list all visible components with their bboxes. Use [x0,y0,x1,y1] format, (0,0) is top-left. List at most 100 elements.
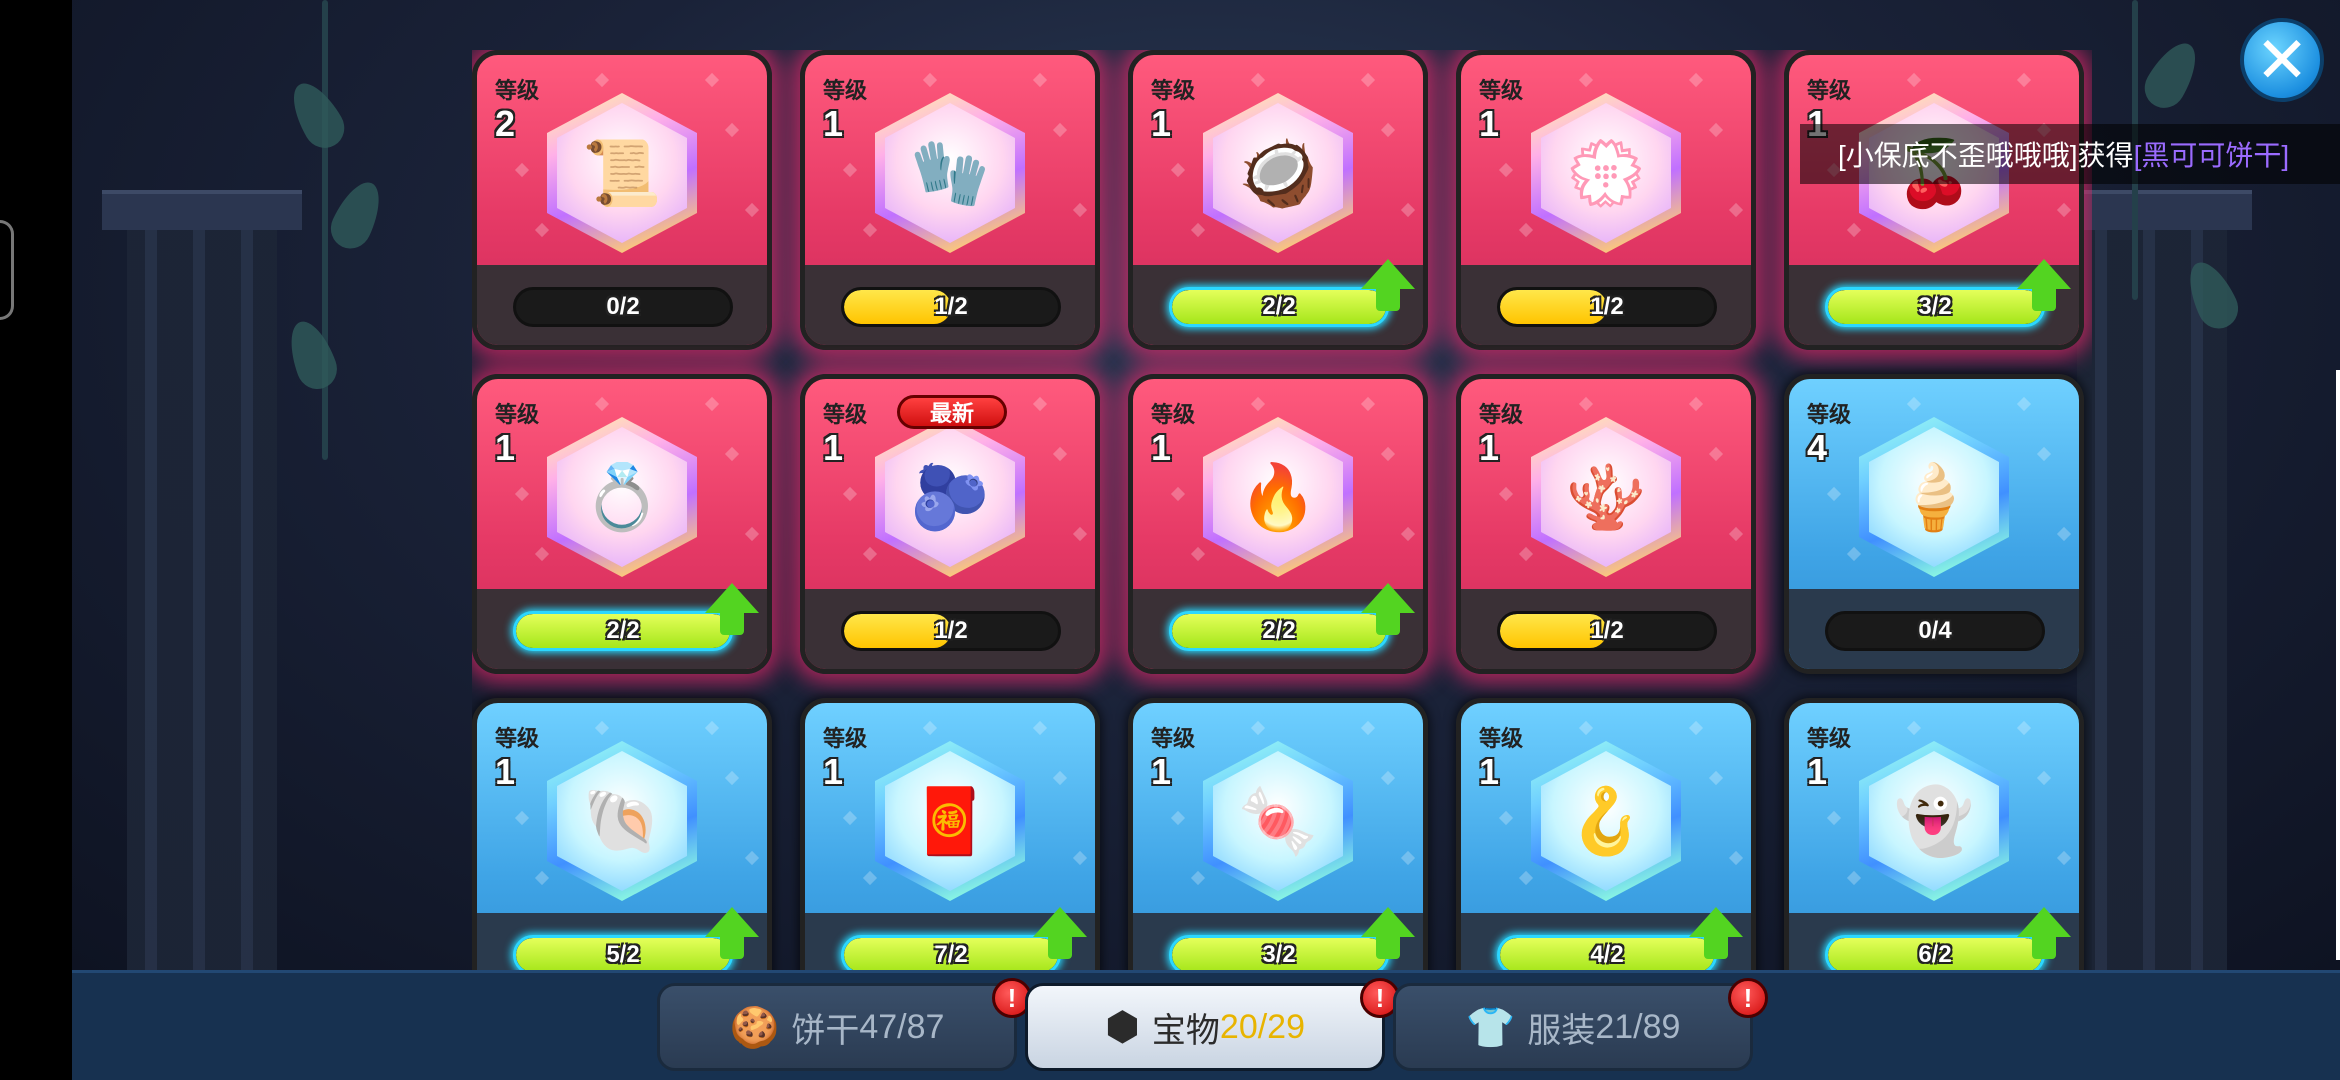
arrow-head [705,907,759,937]
card-decor [724,122,740,138]
treasure-card[interactable]: 等级 1 🧤 1/2 [800,50,1100,350]
level-label: 等级 [1479,726,1524,751]
level-label: 等级 [495,402,540,427]
card-decor [1032,72,1048,88]
treasure-card[interactable]: 等级 1 🥥 2/2 [1128,50,1428,350]
treasure-card[interactable]: 等级 1 🍬 3/2 [1128,698,1428,970]
level-label: 等级 [1151,78,1196,103]
level-value: 4 [1807,427,1828,468]
tab-cookie[interactable]: 🍪 饼干 47/87! [657,978,1032,1071]
coconut-drink-icon: 🥥 [1213,103,1343,243]
upgrade-arrow-icon[interactable] [2017,259,2071,313]
card-decor [1380,770,1396,786]
upgrade-arrow-icon[interactable] [705,907,759,961]
level-label: 等级 [1807,726,1852,751]
progress-bar: 0/4 [1825,611,2045,651]
tab-shirt[interactable]: 👕 服装 21/89! [1393,978,1768,1071]
card-decor [534,546,550,562]
card-decor [704,720,720,736]
treasure-frame: 🧧 [875,741,1025,901]
card-decor [1360,72,1376,88]
tab-treasure-gem[interactable]: ⬢ 宝物 20/29! [1025,978,1400,1071]
treasure-card[interactable]: 等级 2 📜 0/2 [472,50,772,350]
card-decor [1498,486,1514,502]
leaf [282,74,352,156]
card-decor [1250,720,1266,736]
progress-text: 4/2 [1590,941,1624,968]
pink-ring-icon: 💍 [557,427,687,567]
fire-crown-icon: 🔥 [1213,427,1343,567]
upgrade-arrow-icon[interactable] [1361,907,1415,961]
upgrade-arrow-icon[interactable] [705,583,759,637]
arrow-stem [2032,935,2056,959]
arrow-head [1361,259,1415,289]
treasure-card[interactable]: 等级 1 💍 2/2 [472,374,772,674]
card-decor [1518,546,1534,562]
card-decor [514,486,530,502]
treasure-card[interactable]: 等级 1 🪸 1/2 [1456,374,1756,674]
notice-highlight: [黑可可饼干] [2133,140,2290,171]
card-decor [842,810,858,826]
card-decor [1072,202,1088,218]
treasure-card[interactable]: 等级1🍒3/2 [1784,50,2084,350]
card-decor [1400,850,1416,866]
level-label: 等级 [823,402,868,427]
treasure-frame: 🪝 [1531,741,1681,901]
treasure-card[interactable]: 等级 1 🔥 2/2 [1128,374,1428,674]
treasure-card[interactable]: 等级 1 🧧 7/2 [800,698,1100,970]
card-decor [1688,720,1704,736]
gacha-notice: [小保底不歪哦哦哦]获得 [黑可可饼干] [1800,124,2340,184]
arrow-stem [2032,287,2056,311]
vine-left [322,0,328,460]
progress-text: 7/2 [934,941,968,968]
progress-bar: 1/2 [841,287,1061,327]
close-button[interactable]: ✕ [2240,18,2324,102]
card-decor [2016,720,2032,736]
card-decor [1052,446,1068,462]
treasure-card[interactable]: 等级 1 💮 1/2 [1456,50,1756,350]
card-decor [1688,396,1704,412]
card-decor [1728,526,1744,542]
progress-bar: 4/2 [1497,935,1717,970]
tab-count: 20/29 [1219,1007,1305,1046]
card-decor [534,222,550,238]
card-decor [862,870,878,886]
upgrade-arrow-icon[interactable] [1033,907,1087,961]
treasure-card[interactable]: 等级 1 🫐 最新 1/2 [800,374,1100,674]
treasure-frame: 🪸 [1531,417,1681,577]
treasure-frame: 💍 [547,417,697,577]
treasure-card[interactable]: 等级 1 🐚 5/2 [472,698,772,970]
tab-count: 21/89 [1595,1007,1681,1046]
card-decor [1906,396,1922,412]
card-decor [2016,72,2032,88]
level-value: 1 [1479,427,1500,468]
treasure-card[interactable]: 等级 1 👻 6/2 [1784,698,2084,970]
treasure-frame: 🫐 [875,417,1025,577]
card-decor [514,810,530,826]
card-decor [1498,810,1514,826]
card-decor [744,850,760,866]
card-decor [724,770,740,786]
arrow-stem [720,935,744,959]
level-label: 等级 [1479,78,1524,103]
upgrade-arrow-icon[interactable] [1689,907,1743,961]
level-value: 1 [1807,751,1828,792]
card-decor [1826,486,1842,502]
treasure-card[interactable]: 等级 4 🍦 0/4 [1784,374,2084,674]
upgrade-arrow-icon[interactable] [2017,907,2071,961]
treasure-card[interactable]: 等级 1 🪝 4/2 [1456,698,1756,970]
upgrade-arrow-icon[interactable] [1361,583,1415,637]
card-decor [842,486,858,502]
level-label: 等级 [1151,402,1196,427]
treasure-frame: 🔥 [1203,417,1353,577]
category-tab-bar: 🍪 饼干 47/87! ⬢ 宝物 20/29! 👕 服装 21/89! [72,970,2340,1080]
progress-bar: 2/2 [513,611,733,651]
card-decor [1518,870,1534,886]
card-decor [1072,850,1088,866]
card-decor [1360,396,1376,412]
upgrade-arrow-icon[interactable] [1361,259,1415,313]
progress-bar: 1/2 [1497,611,1717,651]
treasure-gem-icon: ⬢ [1104,1005,1140,1049]
arrow-stem [1376,611,1400,635]
card-decor [704,396,720,412]
